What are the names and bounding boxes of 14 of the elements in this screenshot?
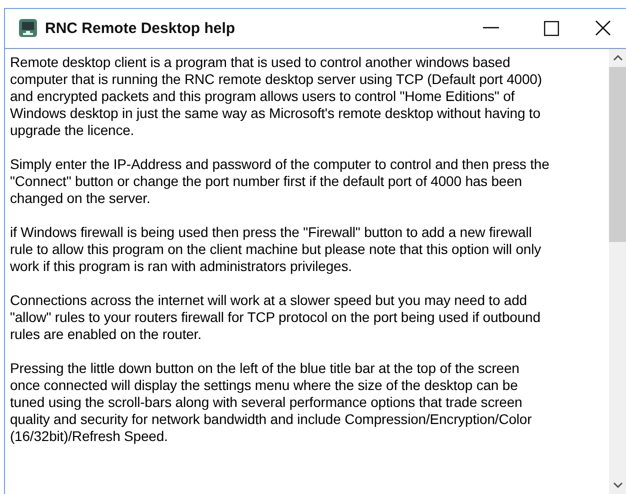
scroll-thumb[interactable] (609, 67, 626, 242)
help-paragraph: Pressing the little down button on the left of the blue title bar at the top of the screen once connected will display the settings menu where the size of the desktop can be tuned using the scroll-bars along with several performance options that trade screen quality and security for network bandwidth and include Compression/Encryption/Color (16/32bit)/Refresh Speed. (10, 360, 533, 445)
vertical-scrollbar[interactable] (609, 49, 626, 494)
window-title: RNC Remote Desktop help (45, 20, 236, 36)
minimize-icon (483, 27, 499, 29)
help-paragraph: Connections across the internet will work at a slower speed but you may need to add "allow" rules to your routers firewall for TCP protocol on the port being used if outbound rules are enabled on the router. (10, 292, 542, 343)
help-paragraph: if Windows firewall is being used then press the "Firewall" button to add a new firewall rule to allow this program on the client machine but please note that this option will only work if this program is ran with administrators privileges. (10, 224, 542, 275)
monitor-icon (19, 19, 37, 37)
close-icon (595, 20, 611, 36)
help-paragraph: Simply enter the IP-Address and password of the computer to control and then press the "Connect" button or change the port number first if the default port of 4000 has been changed on the server. (10, 156, 550, 207)
maximize-icon (544, 20, 558, 36)
scroll-down-icon[interactable] (612, 482, 622, 488)
scroll-up-icon[interactable] (612, 55, 622, 61)
help-paragraph: Remote desktop client is a program that is used to control another windows based computer that is running the RNC remote desktop server using TCP (Default port 4000) and encrypted packets and this program allows users to control "Home Editions" of Windows desktop in just the same way as Microsoft's remote desktop without having to upgrade the licence. (10, 54, 543, 139)
